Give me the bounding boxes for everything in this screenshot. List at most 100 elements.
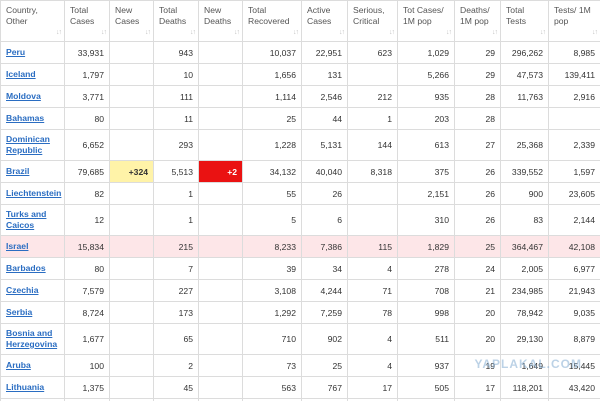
table-header-row: Country, Other ↓↑ Total Cases ↓↑ New Cases ↓↑… bbox=[0, 0, 600, 42]
cell-serious-critical: 1 bbox=[347, 107, 398, 130]
cell-total-deaths: 2 bbox=[153, 354, 199, 377]
sort-arrows-icon[interactable]: ↓↑ bbox=[293, 27, 299, 38]
cell-new-deaths bbox=[198, 279, 243, 302]
column-header-label: New Deaths bbox=[204, 5, 232, 26]
column-header-label: Tests/ 1M pop bbox=[554, 5, 591, 26]
cell-cases-per-1m: 310 bbox=[397, 204, 455, 236]
column-header-label: Country, Other bbox=[6, 5, 38, 26]
cell-active-cases: 131 bbox=[301, 63, 348, 86]
country-link[interactable]: Liechtenstein bbox=[6, 188, 61, 198]
covid-stats-table: Country, Other ↓↑ Total Cases ↓↑ New Cases ↓↑… bbox=[0, 0, 600, 401]
cell-tests-per-1m: 2,144 bbox=[548, 204, 600, 236]
country-link[interactable]: Bosnia and Herzegovina bbox=[6, 328, 57, 349]
column-header-total-deaths[interactable]: Total Deaths ↓↑ bbox=[153, 0, 199, 42]
table-row: Lithuania 1,375 45 563 767 17 505 17 118,201 43,4… bbox=[0, 376, 600, 399]
country-link[interactable]: Bahamas bbox=[6, 113, 44, 123]
sort-arrows-icon[interactable]: ↓↑ bbox=[190, 27, 196, 38]
cell-country: Dominican Republic bbox=[0, 129, 65, 161]
column-header-active-cases[interactable]: Active Cases ↓↑ bbox=[301, 0, 348, 42]
country-link[interactable]: Aruba bbox=[6, 360, 31, 370]
table-row: Serbia 8,724 173 1,292 7,259 78 998 20 78,942 9,0… bbox=[0, 301, 600, 324]
cell-deaths-per-1m: 17 bbox=[454, 376, 501, 399]
column-header-label: New Cases bbox=[115, 5, 140, 26]
sort-arrows-icon[interactable]: ↓↑ bbox=[56, 27, 62, 38]
cell-total-deaths: 5,513 bbox=[153, 160, 199, 183]
country-link[interactable]: Barbados bbox=[6, 263, 46, 273]
cell-cases-per-1m: 375 bbox=[397, 160, 455, 183]
column-header-total-recovered[interactable]: Total Recovered ↓↑ bbox=[242, 0, 302, 42]
cell-country: Brazil bbox=[0, 160, 65, 183]
sort-arrows-icon[interactable]: ↓↑ bbox=[446, 27, 452, 38]
cell-total-recovered: 563 bbox=[242, 376, 302, 399]
cell-total-cases: 3,771 bbox=[64, 85, 110, 108]
cell-new-deaths bbox=[198, 323, 243, 355]
cell-total-cases: 1,797 bbox=[64, 63, 110, 86]
cell-total-recovered: 1,114 bbox=[242, 85, 302, 108]
cell-active-cases: 7,259 bbox=[301, 301, 348, 324]
cell-new-deaths bbox=[198, 63, 243, 86]
sort-arrows-icon[interactable]: ↓↑ bbox=[234, 27, 240, 38]
column-header-deaths-per-1m[interactable]: Deaths/ 1M pop ↓↑ bbox=[454, 0, 501, 42]
cell-total-tests: 234,985 bbox=[500, 279, 549, 302]
cell-new-cases bbox=[109, 107, 154, 130]
cell-total-cases: 1,677 bbox=[64, 323, 110, 355]
country-link[interactable]: Lithuania bbox=[6, 382, 44, 392]
cell-active-cases: 6 bbox=[301, 204, 348, 236]
country-link[interactable]: Dominican Republic bbox=[6, 134, 50, 155]
cell-deaths-per-1m: 20 bbox=[454, 301, 501, 324]
column-header-cases-per-1m[interactable]: Tot Cases/ 1M pop ↓↑ bbox=[397, 0, 455, 42]
sort-arrows-icon[interactable]: ↓↑ bbox=[101, 27, 107, 38]
column-header-total-tests[interactable]: Total Tests ↓↑ bbox=[500, 0, 549, 42]
cell-cases-per-1m: 1,829 bbox=[397, 235, 455, 258]
cell-new-cases: +324 bbox=[109, 160, 154, 183]
cell-total-recovered: 8,233 bbox=[242, 235, 302, 258]
sort-arrows-icon[interactable]: ↓↑ bbox=[389, 27, 395, 38]
column-header-tests-per-1m[interactable]: Tests/ 1M pop ↓↑ bbox=[548, 0, 600, 42]
column-header-new-deaths[interactable]: New Deaths ↓↑ bbox=[198, 0, 243, 42]
cell-serious-critical: 17 bbox=[347, 376, 398, 399]
country-link[interactable]: Moldova bbox=[6, 91, 41, 101]
cell-new-deaths bbox=[198, 376, 243, 399]
table-row: Peru 33,931 943 10,037 22,951 623 1,029 29 296,2… bbox=[0, 41, 600, 64]
column-header-serious-critical[interactable]: Serious, Critical ↓↑ bbox=[347, 0, 398, 42]
country-link[interactable]: Israel bbox=[6, 241, 28, 251]
cell-new-cases bbox=[109, 279, 154, 302]
sort-arrows-icon[interactable]: ↓↑ bbox=[339, 27, 345, 38]
column-header-country[interactable]: Country, Other ↓↑ bbox=[0, 0, 65, 42]
cell-total-deaths: 1 bbox=[153, 204, 199, 236]
country-link[interactable]: Peru bbox=[6, 47, 25, 57]
country-link[interactable]: Serbia bbox=[6, 307, 32, 317]
cell-serious-critical: 4 bbox=[347, 354, 398, 377]
table-row: Turks and Caicos 12 1 5 6 310 26 83 2,144 bbox=[0, 204, 600, 236]
cell-tests-per-1m: 6,977 bbox=[548, 257, 600, 280]
sort-arrows-icon[interactable]: ↓↑ bbox=[592, 27, 598, 38]
cell-cases-per-1m: 278 bbox=[397, 257, 455, 280]
cell-new-deaths bbox=[198, 301, 243, 324]
cell-country: Serbia bbox=[0, 301, 65, 324]
cell-cases-per-1m: 2,151 bbox=[397, 182, 455, 205]
cell-country: Israel bbox=[0, 235, 65, 258]
cell-serious-critical: 78 bbox=[347, 301, 398, 324]
column-header-label: Active Cases bbox=[307, 5, 332, 26]
country-link[interactable]: Iceland bbox=[6, 69, 36, 79]
cell-total-deaths: 45 bbox=[153, 376, 199, 399]
column-header-new-cases[interactable]: New Cases ↓↑ bbox=[109, 0, 154, 42]
cell-new-deaths bbox=[198, 41, 243, 64]
cell-total-tests: 78,942 bbox=[500, 301, 549, 324]
cell-new-cases bbox=[109, 235, 154, 258]
sort-arrows-icon[interactable]: ↓↑ bbox=[492, 27, 498, 38]
cell-active-cases: 26 bbox=[301, 182, 348, 205]
cell-total-recovered: 10,037 bbox=[242, 41, 302, 64]
country-link[interactable]: Czechia bbox=[6, 285, 38, 295]
cell-total-cases: 15,834 bbox=[64, 235, 110, 258]
cell-total-recovered: 710 bbox=[242, 323, 302, 355]
cell-active-cases: 5,131 bbox=[301, 129, 348, 161]
country-link[interactable]: Turks and Caicos bbox=[6, 209, 46, 230]
sort-arrows-icon[interactable]: ↓↑ bbox=[540, 27, 546, 38]
sort-arrows-icon[interactable]: ↓↑ bbox=[145, 27, 151, 38]
cell-total-deaths: 227 bbox=[153, 279, 199, 302]
country-link[interactable]: Brazil bbox=[6, 166, 29, 176]
cell-cases-per-1m: 998 bbox=[397, 301, 455, 324]
cell-total-tests: 47,573 bbox=[500, 63, 549, 86]
column-header-total-cases[interactable]: Total Cases ↓↑ bbox=[64, 0, 110, 42]
